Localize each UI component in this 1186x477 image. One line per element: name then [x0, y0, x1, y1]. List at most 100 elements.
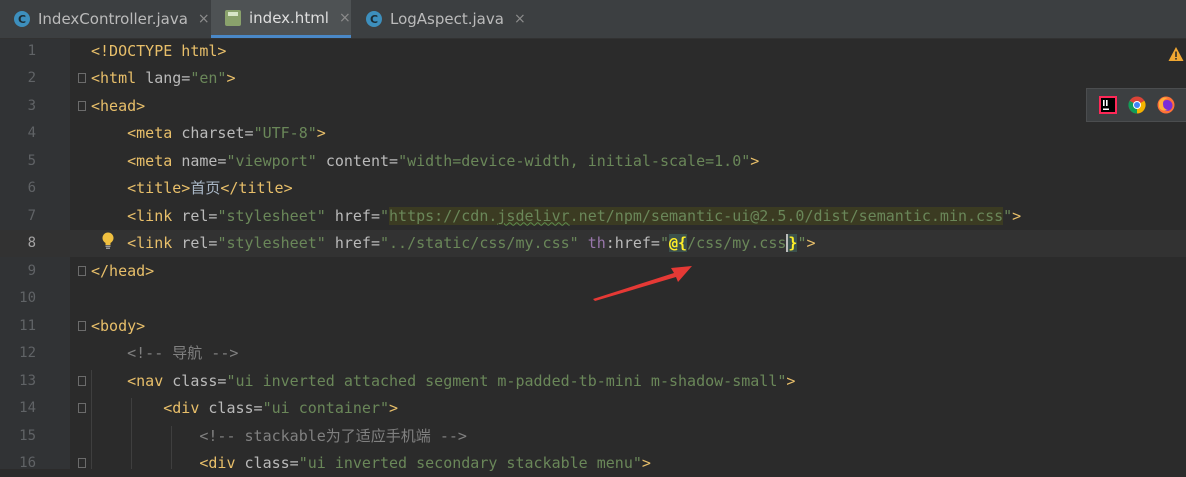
class-c-icon: C: [366, 11, 382, 27]
close-icon[interactable]: ×: [514, 11, 526, 27]
code-token: jsdelivr: [497, 206, 570, 225]
line-number: 5: [27, 152, 36, 169]
code-token: href=: [334, 206, 380, 225]
tab-log-aspect[interactable]: C LogAspect.java ×: [352, 0, 527, 38]
fold-marker-icon[interactable]: [78, 320, 86, 331]
fold-marker-icon[interactable]: [78, 265, 86, 276]
lightbulb-icon[interactable]: [101, 232, 115, 250]
fold-marker-icon[interactable]: [78, 458, 86, 468]
tab-index-controller[interactable]: C IndexController.java ×: [0, 0, 210, 38]
close-icon[interactable]: ×: [339, 10, 351, 26]
code-line[interactable]: 1 <!DOCTYPE html>: [0, 38, 1186, 65]
code-text: <link rel="stylesheet" href="https://cdn…: [91, 203, 1021, 230]
code-token: "viewport": [226, 151, 326, 170]
tab-index-html[interactable]: index.html ×: [211, 0, 351, 38]
code-line[interactable]: 16 <div class="ui inverted secondary sta…: [0, 450, 1186, 477]
code-token: "ui inverted attached segment m-padded-t…: [226, 371, 787, 390]
line-number: 4: [27, 125, 36, 141]
code-text: <!DOCTYPE html>: [91, 38, 226, 65]
chrome-icon[interactable]: [1127, 96, 1146, 114]
code-token: <head>: [91, 96, 146, 115]
code-line[interactable]: 14 <div class="ui container">: [0, 395, 1186, 422]
line-number: 14: [19, 400, 36, 416]
tab-label: index.html: [249, 8, 329, 27]
indent-guide: [91, 370, 92, 469]
code-token: >: [226, 69, 236, 87]
line-number: 2: [27, 70, 36, 86]
code-token: <!-- stackable为了适应手机端 -->: [199, 426, 467, 445]
code-token: >: [1012, 206, 1022, 225]
fold-marker-icon[interactable]: [78, 403, 86, 413]
code-text: <head>: [91, 93, 145, 120]
code-text: </head>: [91, 258, 154, 285]
code-editor[interactable]: 1 <!DOCTYPE html> 2 <html lang="en"> 3 <head>…: [0, 38, 1186, 472]
code-token: <link: [127, 206, 182, 225]
line-number: 8: [27, 235, 36, 251]
line-number: 10: [19, 290, 36, 306]
code-token: >: [389, 399, 399, 417]
tab-label: IndexController.java: [38, 10, 188, 28]
fold-marker-icon[interactable]: [78, 375, 86, 386]
code-token: <!-- 导航 -->: [127, 344, 239, 362]
code-line[interactable]: 11 <body>: [0, 313, 1186, 340]
code-text: <body>: [91, 313, 145, 340]
code-token: class=: [208, 399, 263, 417]
code-token: "en": [190, 69, 227, 87]
code-text: <link rel="stylesheet" href="../static/c…: [91, 230, 816, 257]
code-line[interactable]: 6 <title>首页</title>: [0, 175, 1186, 202]
firefox-icon[interactable]: [1157, 96, 1175, 114]
code-token: </head>: [91, 261, 155, 280]
code-token: content=: [325, 151, 399, 170]
annotation-arrow: [593, 266, 692, 301]
code-text: <nav class="ui inverted attached segment…: [91, 368, 795, 395]
code-token: "width=device-width, initial-scale=1.0": [398, 151, 751, 170]
code-text: <meta name="viewport" content="width=dev…: [91, 148, 759, 175]
code-line[interactable]: 15 <!-- stackable为了适应手机端 -->: [0, 423, 1186, 450]
code-token: th: [587, 234, 606, 252]
code-line[interactable]: 8 <link rel="stylesheet" href="../static…: [0, 230, 1186, 257]
warning-icon[interactable]: [1168, 46, 1184, 62]
code-line[interactable]: 5 <meta name="viewport" content="width=d…: [0, 148, 1186, 175]
code-text: <div class="ui container">: [91, 395, 398, 422]
code-token: href=: [334, 234, 380, 252]
fold-marker-icon[interactable]: [78, 100, 86, 111]
code-line[interactable]: 3 <head>: [0, 93, 1186, 120]
intellij-icon[interactable]: [1098, 96, 1117, 114]
code-text: <div class="ui inverted secondary stacka…: [91, 450, 651, 477]
code-token: >: [641, 454, 651, 472]
code-token: <div: [163, 399, 209, 417]
code-text: <html lang="en">: [91, 65, 236, 92]
code-token: /css/my.css: [687, 234, 787, 252]
indent-guide: [131, 398, 132, 469]
line-number: 12: [19, 345, 36, 361]
code-token: "ui container": [262, 399, 390, 417]
code-line[interactable]: 4 <meta charset="UTF-8">: [0, 120, 1186, 147]
code-token: <html: [91, 69, 146, 87]
fold-marker-icon[interactable]: [78, 73, 86, 83]
code-line[interactable]: 13 <nav class="ui inverted attached segm…: [0, 368, 1186, 395]
code-token: ": [380, 206, 390, 225]
code-token: :href=: [605, 234, 660, 252]
code-token: <title>: [127, 179, 191, 197]
line-number: 11: [19, 317, 36, 334]
code-line[interactable]: 12 <!-- 导航 -->: [0, 340, 1186, 367]
code-token: }: [786, 234, 798, 252]
code-token: rel=: [181, 234, 218, 252]
line-number: 7: [27, 207, 36, 224]
code-line[interactable]: 7 <link rel="stylesheet" href="https://c…: [0, 203, 1186, 230]
class-c-icon: C: [14, 11, 30, 27]
editor-tab-bar: C IndexController.java × index.html × C …: [0, 0, 1186, 39]
code-text: <meta charset="UTF-8">: [91, 120, 326, 147]
code-line[interactable]: 2 <html lang="en">: [0, 65, 1186, 92]
close-icon[interactable]: ×: [198, 11, 210, 27]
code-token: .net/npm/semantic-ui@2.5.0/dist/semantic…: [569, 206, 1004, 225]
code-token: "../static/css/my.css": [380, 234, 588, 252]
code-token: lang=: [145, 69, 191, 87]
